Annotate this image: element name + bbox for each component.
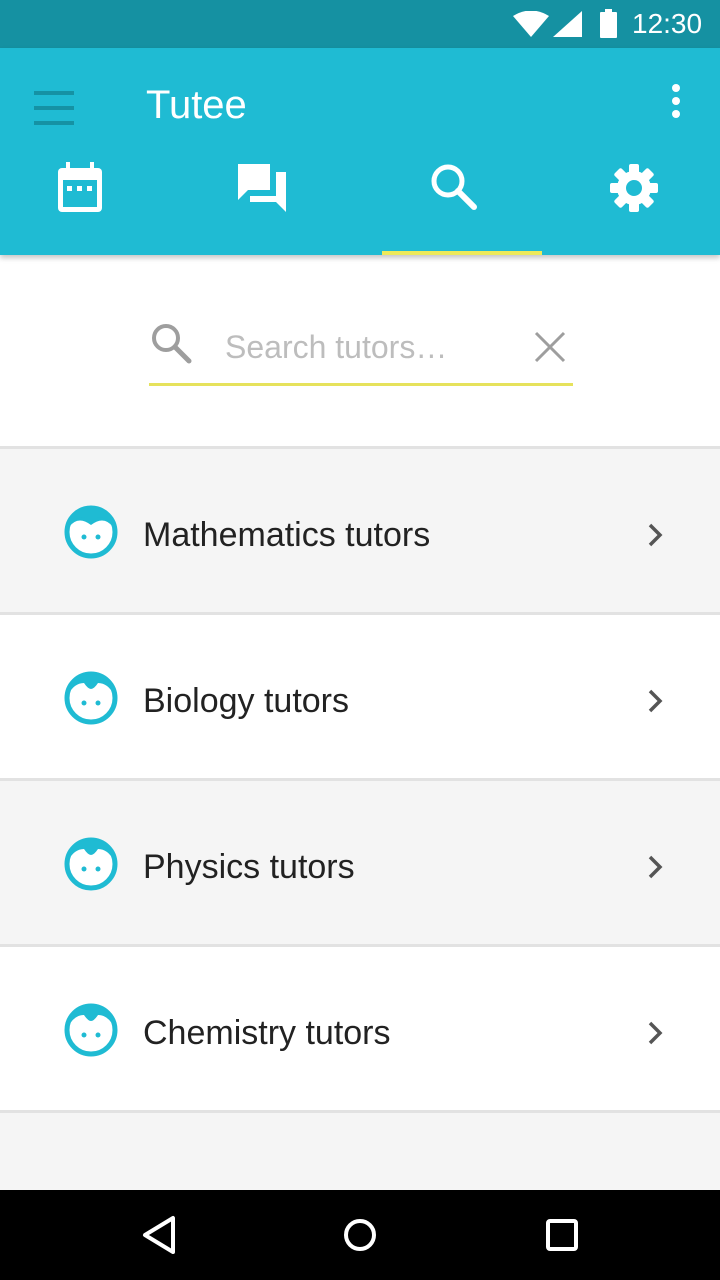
- menu-button[interactable]: [22, 78, 86, 138]
- search-field: [149, 317, 573, 386]
- recents-icon: [546, 1219, 578, 1251]
- search-icon: [431, 164, 477, 210]
- battery-icon: [600, 9, 617, 38]
- chat-icon: [238, 164, 286, 212]
- tutor-face-icon: [64, 1003, 118, 1057]
- search-icon: [152, 324, 192, 364]
- tab-calendar[interactable]: [0, 148, 160, 255]
- tab-search[interactable]: [374, 148, 542, 255]
- settings-icon: [610, 164, 658, 212]
- chevron-right-icon: [648, 855, 663, 879]
- calendar-icon: [58, 162, 102, 212]
- wifi-icon: [513, 11, 549, 37]
- system-nav-bar: [0, 1190, 720, 1280]
- list-item-chemistry[interactable]: Chemistry tutors: [0, 944, 720, 1110]
- app-bar: Tutee: [0, 48, 720, 255]
- status-time: 12:30: [632, 8, 703, 39]
- back-button[interactable]: [135, 1210, 185, 1260]
- chevron-right-icon: [648, 689, 663, 713]
- overflow-menu-button[interactable]: [656, 78, 696, 122]
- home-button[interactable]: [335, 1210, 385, 1260]
- tutor-face-icon: [64, 837, 118, 891]
- close-icon: [534, 331, 566, 363]
- tab-messages[interactable]: [182, 148, 342, 255]
- list-item-physics[interactable]: Physics tutors: [0, 778, 720, 944]
- list-item-label: Mathematics tutors: [143, 516, 431, 554]
- tab-indicator: [382, 251, 542, 255]
- list-item-label: Physics tutors: [143, 848, 355, 886]
- recents-button[interactable]: [537, 1210, 587, 1260]
- list-item-label: Chemistry tutors: [143, 1014, 391, 1052]
- search-panel: [0, 255, 720, 446]
- home-icon: [344, 1219, 376, 1251]
- search-input[interactable]: [225, 325, 505, 369]
- chevron-right-icon: [648, 523, 663, 547]
- tutor-face-icon: [64, 671, 118, 725]
- tutor-face-icon: [64, 505, 118, 559]
- tab-settings[interactable]: [554, 148, 714, 255]
- chevron-right-icon: [648, 1021, 663, 1045]
- cell-signal-icon: [553, 11, 582, 37]
- list-item-biology[interactable]: Biology tutors: [0, 612, 720, 778]
- list-item-label: Biology tutors: [143, 682, 349, 720]
- tutor-category-list: Mathematics tutors Biology tutors Physic…: [0, 446, 720, 1113]
- list-divider: [0, 1110, 720, 1113]
- status-bar: 12:30: [0, 0, 720, 48]
- list-item-mathematics[interactable]: Mathematics tutors: [0, 446, 720, 612]
- app-title: Tutee: [146, 83, 247, 127]
- clear-search-button[interactable]: [530, 327, 570, 367]
- back-icon: [143, 1216, 175, 1254]
